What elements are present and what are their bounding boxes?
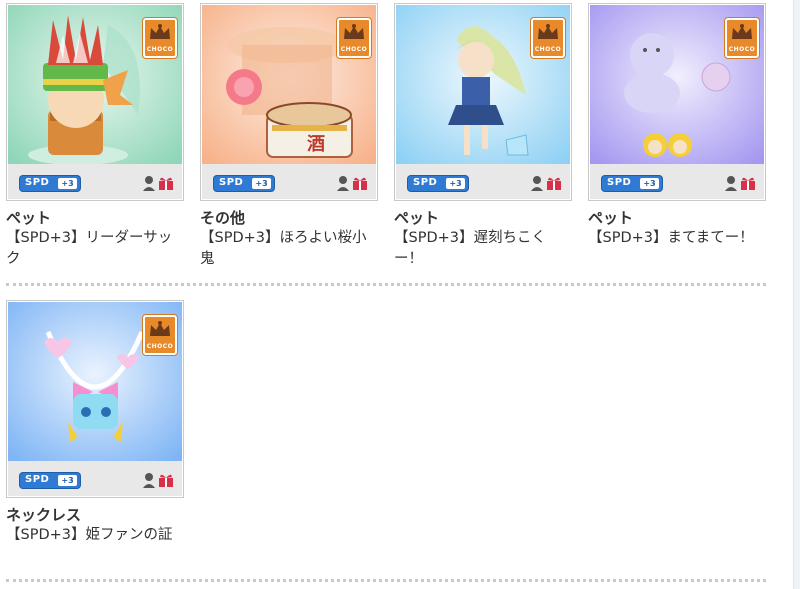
row-divider <box>6 579 766 582</box>
crown-icon <box>538 24 558 39</box>
crown-icon <box>150 24 170 39</box>
choco-badge: CHOCO <box>337 18 371 58</box>
item-status-bar: SPD +3 <box>202 164 376 199</box>
spd-bonus: +3 <box>446 178 465 189</box>
item-thumbnail[interactable]: CHOCO SPD +3 <box>6 3 184 201</box>
avatar-icon <box>143 176 155 191</box>
item-card[interactable]: CHOCO SPD +3 ネックレス 【SPD+3】姫ファンの証 <box>6 300 184 546</box>
gift-icon <box>353 177 367 190</box>
item-thumbnail[interactable]: 酒 CHOCO SPD +3 <box>200 3 378 201</box>
crown-icon <box>150 321 170 336</box>
item-status-bar: SPD +3 <box>8 164 182 199</box>
spd-label: SPD <box>413 177 438 188</box>
item-card[interactable]: 酒 CHOCO SPD +3 その他 【SPD+3】ほろよい桜小鬼 <box>200 3 378 270</box>
spd-bonus: +3 <box>58 178 77 189</box>
item-category: その他 <box>200 209 246 227</box>
spd-label: SPD <box>25 177 50 188</box>
gift-icon <box>741 177 755 190</box>
spd-badge: SPD +3 <box>408 176 468 191</box>
choco-badge-label: CHOCO <box>534 46 562 53</box>
item-category: ペット <box>588 209 634 227</box>
avatar-icon <box>337 176 349 191</box>
choco-badge-label: CHOCO <box>146 343 174 350</box>
item-card[interactable]: CHOCO SPD +3 ペット 【SPD+3】まてまてー！ <box>588 3 766 249</box>
item-card[interactable]: CHOCO SPD +3 ペット 【SPD+3】リーダーサック <box>6 3 184 270</box>
choco-badge-label: CHOCO <box>340 46 368 53</box>
spd-label: SPD <box>607 177 632 188</box>
item-status-bar: SPD +3 <box>396 164 570 199</box>
choco-badge: CHOCO <box>725 18 759 58</box>
item-status-bar: SPD +3 <box>590 164 764 199</box>
avatar-icon <box>725 176 737 191</box>
spd-badge: SPD +3 <box>20 176 80 191</box>
item-thumbnail[interactable]: CHOCO SPD +3 <box>6 300 184 498</box>
crown-icon <box>732 24 752 39</box>
avatar-icon <box>531 176 543 191</box>
item-name[interactable]: 【SPD+3】ほろよい桜小鬼 <box>200 228 378 270</box>
scrollbar-track[interactable] <box>793 0 800 589</box>
item-thumbnail[interactable]: CHOCO SPD +3 <box>588 3 766 201</box>
item-status-bar: SPD +3 <box>8 461 182 496</box>
gift-icon <box>159 177 173 190</box>
spd-badge: SPD +3 <box>602 176 662 191</box>
item-category: ペット <box>394 209 440 227</box>
item-card[interactable]: CHOCO SPD +3 ペット 【SPD+3】遅刻ちこくー！ <box>394 3 572 270</box>
svg-text:酒: 酒 <box>307 133 325 155</box>
choco-badge-label: CHOCO <box>728 46 756 53</box>
item-name[interactable]: 【SPD+3】リーダーサック <box>6 228 184 270</box>
item-name[interactable]: 【SPD+3】姫ファンの証 <box>6 525 184 546</box>
gift-icon <box>547 177 561 190</box>
spd-label: SPD <box>219 177 244 188</box>
item-category: ペット <box>6 209 52 227</box>
item-thumbnail[interactable]: CHOCO SPD +3 <box>394 3 572 201</box>
spd-badge: SPD +3 <box>214 176 274 191</box>
spd-bonus: +3 <box>252 178 271 189</box>
choco-badge: CHOCO <box>531 18 565 58</box>
item-name[interactable]: 【SPD+3】遅刻ちこくー！ <box>394 228 572 270</box>
avatar-icon <box>143 473 155 488</box>
choco-badge-label: CHOCO <box>146 46 174 53</box>
gift-icon <box>159 474 173 487</box>
item-name[interactable]: 【SPD+3】まてまてー！ <box>588 228 766 249</box>
row-divider <box>6 283 766 286</box>
choco-badge: CHOCO <box>143 315 177 355</box>
spd-bonus: +3 <box>58 475 77 486</box>
spd-badge: SPD +3 <box>20 473 80 488</box>
spd-bonus: +3 <box>640 178 659 189</box>
item-category: ネックレス <box>6 506 82 524</box>
crown-icon <box>344 24 364 39</box>
spd-label: SPD <box>25 474 50 485</box>
choco-badge: CHOCO <box>143 18 177 58</box>
